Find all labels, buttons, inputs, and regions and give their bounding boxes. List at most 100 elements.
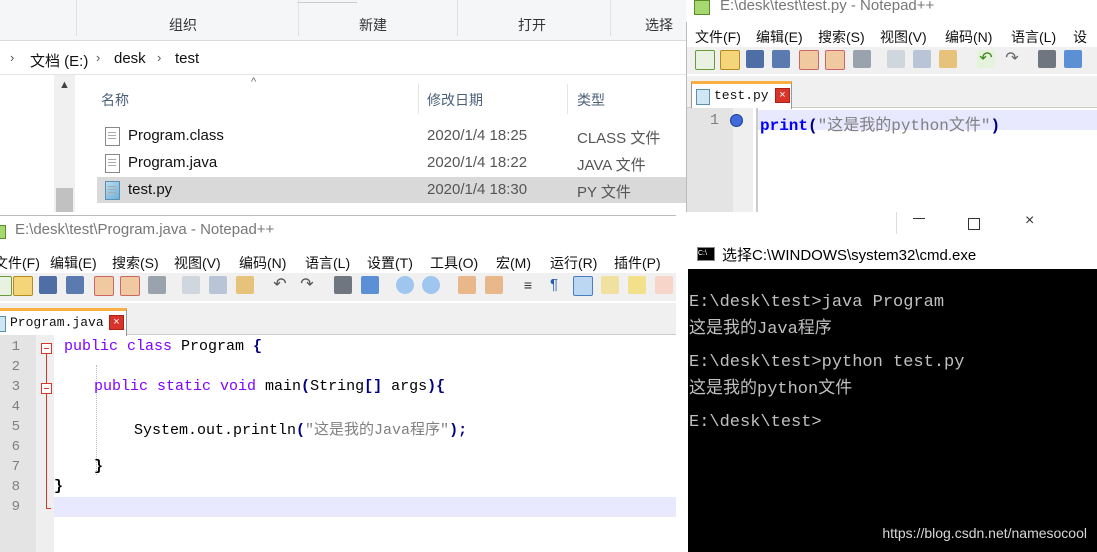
word-wrap-icon[interactable]: ≡ [519, 276, 537, 294]
menu-language[interactable]: 语言(L) [1011, 27, 1056, 47]
paste-icon[interactable] [939, 50, 957, 68]
menu-search[interactable]: 搜索(S) [112, 253, 159, 273]
window-title: E:\desk\test\Program.java - Notepad++ [15, 221, 275, 238]
close-tab-icon[interactable]: × [109, 315, 124, 330]
code-line[interactable]: print("这是我的python文件") [760, 111, 1000, 135]
open-file-icon[interactable] [13, 276, 33, 296]
replace-icon[interactable] [1064, 50, 1082, 68]
menu-encoding[interactable]: 编码(N) [239, 253, 286, 273]
close-window-icon[interactable]: × [1025, 212, 1034, 230]
breadcrumb-item-drive[interactable]: 文档 (E:) [30, 50, 88, 71]
menu-encoding[interactable]: 编码(N) [945, 27, 992, 47]
title-bar: E:\desk\test\test.py - Notepad++ [686, 0, 1097, 22]
notepadpp-logo-icon [0, 225, 6, 239]
column-header-type[interactable]: 类型 [577, 90, 605, 110]
indent-guide-icon[interactable] [573, 276, 593, 296]
menu-search[interactable]: 搜索(S) [818, 27, 865, 47]
ribbon-group-select[interactable]: 选择 [645, 15, 673, 35]
file-modified: 2020/1/4 18:30 [427, 181, 528, 198]
menu-edit[interactable]: 编辑(E) [50, 253, 97, 273]
menu-plugins[interactable]: 插件(P) [614, 253, 661, 273]
new-file-icon[interactable] [695, 50, 715, 70]
save-icon[interactable] [39, 276, 57, 294]
maximize-icon[interactable] [968, 218, 980, 230]
address-bar[interactable]: i › 文档 (E:) › desk › test [0, 41, 686, 75]
menu-macro[interactable]: 宏(M) [496, 253, 531, 273]
ribbon-group-organize[interactable]: 组织 [169, 15, 197, 35]
close-icon[interactable] [799, 50, 819, 70]
window-title: 选择C:\WINDOWS\system32\cmd.exe [722, 247, 977, 264]
column-header-name[interactable]: 名称 [101, 90, 129, 110]
file-row[interactable]: Program.class 2020/1/4 18:25 CLASS 文件 [97, 123, 686, 149]
fold-line [46, 350, 47, 508]
file-tab-icon [696, 89, 710, 105]
copy-icon[interactable] [209, 276, 227, 294]
menu-view[interactable]: 视图(V) [174, 253, 221, 273]
show-all-chars-icon[interactable]: ¶ [545, 276, 563, 294]
minimize-icon[interactable] [913, 218, 925, 219]
column-header-modified[interactable]: 修改日期 [427, 90, 483, 110]
save-all-icon[interactable] [772, 50, 790, 68]
ribbon-group-open[interactable]: 打开 [518, 15, 546, 35]
menu-run[interactable]: 运行(R) [550, 253, 597, 273]
zoom-in-icon[interactable] [396, 276, 414, 294]
open-file-icon[interactable] [720, 50, 740, 70]
save-all-icon[interactable] [66, 276, 84, 294]
fold-toggle-icon[interactable] [41, 343, 52, 354]
function-list-icon[interactable] [655, 276, 673, 294]
find-icon[interactable] [334, 276, 352, 294]
sync-vertical-icon[interactable] [458, 276, 476, 294]
scrollbar-thumb[interactable] [56, 188, 73, 212]
file-row-selected[interactable]: test.py 2020/1/4 18:30 PY 文件 [97, 177, 686, 203]
ribbon-group-new[interactable]: 新建 [359, 15, 387, 35]
scroll-up-icon[interactable]: ▲ [59, 79, 70, 91]
tab-program-java[interactable]: Program.java × [0, 308, 127, 336]
sync-horizontal-icon[interactable] [485, 276, 503, 294]
zoom-out-icon[interactable] [422, 276, 440, 294]
undo-icon[interactable]: ↶ [271, 276, 289, 294]
close-all-icon[interactable] [825, 50, 845, 70]
code-line[interactable]: public static void main(String[] args){ [94, 378, 445, 395]
code-brace[interactable]: } [54, 478, 63, 495]
redo-icon[interactable]: ↷ [1003, 50, 1021, 68]
print-icon[interactable] [853, 50, 871, 68]
new-file-icon[interactable] [0, 276, 12, 296]
breadcrumb-item-test[interactable]: test [175, 50, 199, 67]
undo-icon[interactable]: ↶ [977, 50, 995, 68]
print-icon[interactable] [148, 276, 166, 294]
close-icon[interactable] [94, 276, 114, 296]
find-icon[interactable] [1038, 50, 1056, 68]
code-brace[interactable]: } [94, 458, 103, 475]
file-row[interactable]: Program.java 2020/1/4 18:22 JAVA 文件 [97, 150, 686, 176]
close-tab-icon[interactable]: × [775, 88, 790, 103]
menu-file[interactable]: 文件(F) [0, 253, 40, 273]
redo-icon[interactable]: ↷ [298, 276, 316, 294]
cut-icon[interactable] [887, 50, 905, 68]
menu-tools[interactable]: 工具(O) [430, 253, 478, 273]
breadcrumb-separator-icon: › [10, 50, 15, 65]
paste-icon[interactable] [236, 276, 254, 294]
menu-settings[interactable]: 设置(T) [367, 253, 413, 273]
code-text: args [382, 378, 428, 395]
breadcrumb-item-desk[interactable]: desk [114, 50, 146, 67]
cut-icon[interactable] [182, 276, 200, 294]
code-line[interactable]: public class Program { [64, 338, 262, 355]
notepad-py-window: E:\desk\test\test.py - Notepad++ 文件(F) 编… [686, 0, 1097, 212]
code-line[interactable]: System.out.println("这是我的Java程序"); [134, 418, 467, 439]
tab-test-py[interactable]: test.py × [691, 81, 792, 109]
file-name: test.py [128, 181, 173, 198]
save-icon[interactable] [746, 50, 764, 68]
menu-view[interactable]: 视图(V) [880, 27, 927, 47]
fold-margin [36, 335, 54, 552]
bookmark-icon[interactable] [730, 114, 743, 127]
menu-file[interactable]: 文件(F) [695, 27, 741, 47]
menu-edit[interactable]: 编辑(E) [756, 27, 803, 47]
replace-icon[interactable] [361, 276, 379, 294]
fold-toggle-icon[interactable] [41, 383, 52, 394]
user-lang-icon[interactable] [601, 276, 619, 294]
menu-language[interactable]: 语言(L) [305, 253, 350, 273]
console-output[interactable]: E:\desk\test>java Program 这是我的Java程序 E:\… [688, 293, 1097, 493]
doc-map-icon[interactable] [628, 276, 646, 294]
close-all-icon[interactable] [120, 276, 140, 296]
copy-icon[interactable] [913, 50, 931, 68]
